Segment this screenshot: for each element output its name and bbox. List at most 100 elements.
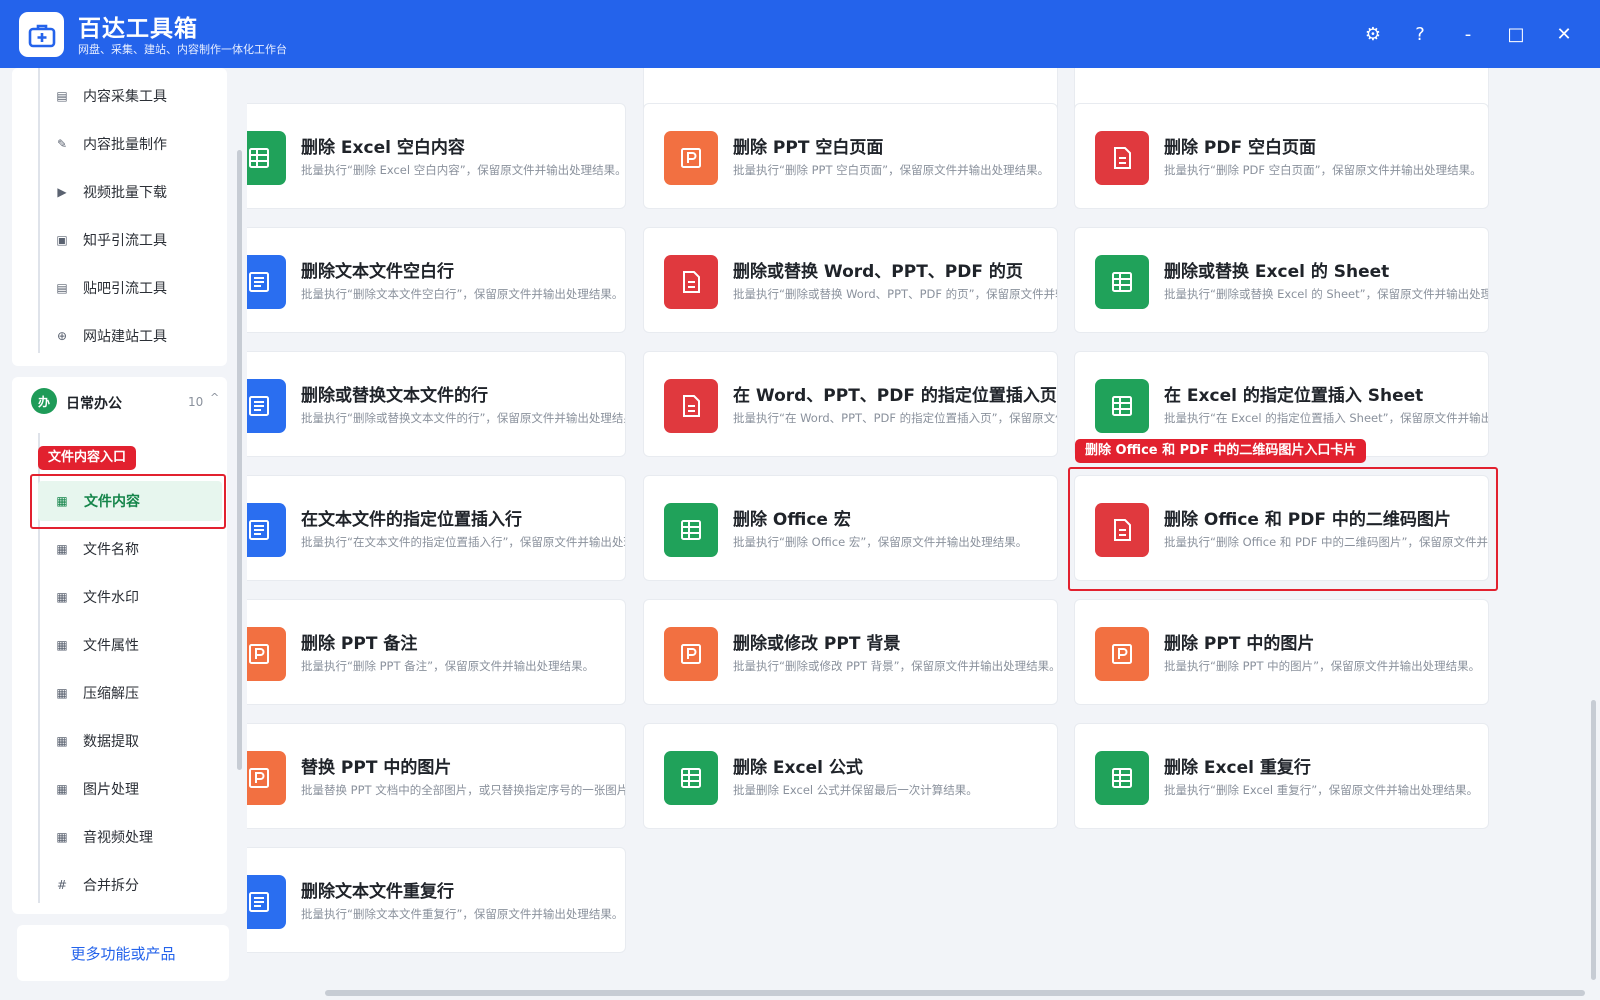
sidebar-item-label: 视频批量下载 bbox=[83, 185, 167, 201]
annotation-tag-card: 删除 Office 和 PDF 中的二维码图片入口卡片 bbox=[1075, 439, 1367, 463]
sidebar-item-tieba[interactable]: ▤ 贴吧引流工具 bbox=[12, 268, 227, 308]
card-title: 删除或替换 Word、PPT、PDF 的页 bbox=[733, 262, 1023, 282]
card-description: 批量替换 PPT 文档中的全部图片，或只替换指定序号的一张图片。 bbox=[301, 783, 626, 797]
grid-icon: ▦ bbox=[56, 590, 68, 604]
card-title: 删除 PPT 备注 bbox=[301, 634, 418, 654]
sidebar-scrollbar[interactable] bbox=[237, 150, 242, 770]
close-button[interactable]: ✕ bbox=[1550, 20, 1578, 48]
sidebar-item-label: 音视频处理 bbox=[83, 830, 153, 846]
sidebar-item-file-props[interactable]: ▦ 文件属性 bbox=[12, 625, 227, 665]
card-title: 删除文本文件重复行 bbox=[301, 882, 454, 902]
card-title: 删除或修改 PPT 背景 bbox=[733, 634, 901, 654]
card-description: 批量执行“在文本文件的指定位置插入行”，保留原文件并输出处理结果。 bbox=[301, 535, 625, 549]
sidebar-item-label: 数据提取 bbox=[83, 734, 139, 750]
highlight-box-sidebar bbox=[30, 474, 226, 529]
tool-card[interactable]: 删除文本文件空白行 批量执行“删除文本文件空白行”，保留原文件并输出处理结果。 bbox=[247, 227, 626, 333]
sidebar-item-merge-split[interactable]: # 合并拆分 bbox=[12, 865, 227, 905]
card-description: 批量执行“删除 PPT 空白页面”，保留原文件并输出处理结果。 bbox=[733, 163, 1050, 177]
ppt-icon bbox=[664, 627, 718, 681]
tool-card[interactable]: 在 Word、PPT、PDF 的指定位置插入页 批量执行“在 Word、PPT、P… bbox=[643, 351, 1058, 457]
ppt-icon bbox=[1095, 627, 1149, 681]
excel-icon bbox=[664, 503, 718, 557]
sidebar-item-label: 知乎引流工具 bbox=[83, 233, 167, 249]
close-icon: ✕ bbox=[1556, 23, 1572, 45]
minimize-icon: - bbox=[1464, 23, 1472, 45]
card-title: 删除 Office 宏 bbox=[733, 510, 851, 530]
group-badge: 办 bbox=[31, 388, 57, 414]
group-count: 10 bbox=[188, 395, 204, 409]
card-description: 批量执行“删除文本文件空白行”，保留原文件并输出处理结果。 bbox=[301, 287, 624, 301]
sidebar-item-website[interactable]: ⊕ 网站建站工具 bbox=[12, 316, 227, 356]
annotation-tag-sidebar: 文件内容入口 bbox=[38, 446, 137, 470]
horizontal-scrollbar[interactable] bbox=[325, 990, 1585, 996]
sidebar-group-office[interactable]: 办 日常办公 10 ^ bbox=[12, 377, 227, 423]
card-title: 替换 PPT 中的图片 bbox=[301, 758, 452, 778]
grid-icon: ▦ bbox=[56, 686, 68, 700]
maximize-button[interactable]: □ bbox=[1502, 20, 1530, 48]
sidebar-item-batch-make[interactable]: ✎ 内容批量制作 bbox=[12, 124, 227, 164]
excel-icon bbox=[247, 131, 286, 185]
ppt-icon bbox=[247, 627, 286, 681]
excel-icon bbox=[1095, 751, 1149, 805]
tool-card[interactable]: 替换 PPT 中的图片批量替换 PPT 文档中的全部图片，或只替换指定序号的一张… bbox=[247, 723, 626, 829]
sidebar-item-zhihu[interactable]: ▣ 知乎引流工具 bbox=[12, 220, 227, 260]
card-title: 删除 Excel 重复行 bbox=[1164, 758, 1311, 778]
card-title: 删除 PDF 空白页面 bbox=[1164, 138, 1317, 158]
vertical-scrollbar[interactable] bbox=[1591, 700, 1596, 980]
card-description: 批量执行“删除或修改 PPT 背景”，保留原文件并输出处理结果。 bbox=[733, 659, 1058, 673]
tieba-icon: ▤ bbox=[56, 281, 68, 295]
highlight-box-card bbox=[1068, 467, 1498, 591]
tool-card[interactable]: 删除或替换 Excel 的 Sheet 批量执行“删除或替换 Excel 的 Sh… bbox=[1074, 227, 1489, 333]
hash-icon: # bbox=[56, 878, 68, 892]
grid-icon: ▦ bbox=[56, 638, 68, 652]
tool-card[interactable]: 删除或替换文本文件的行 批量执行“删除或替换文本文件的行”，保留原文件并输出处理结… bbox=[247, 351, 626, 457]
tool-card[interactable]: 删除 PPT 空白页面批量执行“删除 PPT 空白页面”，保留原文件并输出处理结… bbox=[643, 103, 1058, 209]
pdf-icon bbox=[664, 379, 718, 433]
sidebar-item-file-name[interactable]: ▦ 文件名称 bbox=[12, 529, 227, 569]
app-title: 百达工具箱 bbox=[78, 16, 198, 42]
card-description: 批量执行“删除或替换文本文件的行”，保留原文件并输出处理结果。 bbox=[301, 411, 626, 425]
card-description: 批量执行“删除 PPT 备注”，保留原文件并输出处理结果。 bbox=[301, 659, 595, 673]
tool-card[interactable]: 删除文本文件重复行批量执行“删除文本文件重复行”，保留原文件并输出处理结果。 bbox=[247, 847, 626, 953]
grid-icon: ▦ bbox=[56, 734, 68, 748]
sidebar-item-watermark[interactable]: ▦ 文件水印 bbox=[12, 577, 227, 617]
grid-icon: ▦ bbox=[56, 782, 68, 796]
sidebar-item-compress[interactable]: ▦ 压缩解压 bbox=[12, 673, 227, 713]
toolbox-icon bbox=[28, 24, 55, 47]
sidebar-item-data-extract[interactable]: ▦ 数据提取 bbox=[12, 721, 227, 761]
tool-card[interactable]: 删除 Excel 空白内容 批量执行“删除 Excel 空白内容”，保留原文件并输… bbox=[247, 103, 626, 209]
tool-card[interactable]: 删除 Excel 公式 批量删除 Excel 公式并保留最后一次计算结果。 bbox=[643, 723, 1058, 829]
gear-icon: ⚙ bbox=[1364, 23, 1382, 45]
sidebar-item-video-download[interactable]: ▶ 视频批量下载 bbox=[12, 172, 227, 212]
sidebar-item-label: 内容批量制作 bbox=[83, 137, 167, 153]
tool-card[interactable]: 删除 PPT 中的图片 批量执行“删除 PPT 中的图片”，保留原文件并输出处理结… bbox=[1074, 599, 1489, 705]
tool-card[interactable]: 删除 PDF 空白页面 批量执行“删除 PDF 空白页面”，保留原文件并输出处理结… bbox=[1074, 103, 1489, 209]
tool-card[interactable]: 在文本文件的指定位置插入行 批量执行“在文本文件的指定位置插入行”，保留原文件并输… bbox=[247, 475, 626, 581]
text-file-icon bbox=[247, 255, 286, 309]
sidebar-item-label: 文件水印 bbox=[83, 590, 139, 606]
sidebar-item-av[interactable]: ▦ 音视频处理 bbox=[12, 817, 227, 857]
sidebar-item-image[interactable]: ▦ 图片处理 bbox=[12, 769, 227, 809]
settings-button[interactable]: ⚙ bbox=[1359, 20, 1387, 48]
sidebar-item-label: 压缩解压 bbox=[83, 686, 139, 702]
card-description: 批量执行“删除 Excel 重复行”，保留原文件并输出处理结果。 bbox=[1164, 783, 1479, 797]
help-button[interactable]: ? bbox=[1406, 20, 1434, 48]
pdf-icon bbox=[1095, 131, 1149, 185]
book-icon: ▤ bbox=[56, 89, 68, 103]
tool-card[interactable]: 删除或修改 PPT 背景批量执行“删除或修改 PPT 背景”，保留原文件并输出处… bbox=[643, 599, 1058, 705]
card-title: 删除或替换 Excel 的 Sheet bbox=[1164, 262, 1390, 282]
tool-card[interactable]: 删除或替换 Word、PPT、PDF 的页 批量执行“删除或替换 Word、PPT… bbox=[643, 227, 1058, 333]
tool-card[interactable]: 删除 PPT 备注批量执行“删除 PPT 备注”，保留原文件并输出处理结果。 bbox=[247, 599, 626, 705]
card-description: 批量删除 Excel 公式并保留最后一次计算结果。 bbox=[733, 783, 978, 797]
tool-card[interactable]: 删除 Excel 重复行批量执行“删除 Excel 重复行”，保留原文件并输出处… bbox=[1074, 723, 1489, 829]
tool-card[interactable]: 删除 Office 宏批量执行“删除 Office 宏”，保留原文件并输出处理结… bbox=[643, 475, 1058, 581]
card-description: 批量执行“删除文本文件重复行”，保留原文件并输出处理结果。 bbox=[301, 907, 624, 921]
card-description: 批量执行“删除 PPT 中的图片”，保留原文件并输出处理结果。 bbox=[1164, 659, 1481, 673]
group-name: 日常办公 bbox=[66, 396, 122, 412]
sidebar-tools-card: ▤ 内容采集工具 ✎ 内容批量制作 ▶ 视频批量下载 ▣ 知乎引流工具 ▤ 贴吧… bbox=[12, 68, 227, 366]
minimize-button[interactable]: - bbox=[1454, 20, 1482, 48]
video-icon: ▶ bbox=[57, 185, 67, 199]
sidebar-item-content-collect[interactable]: ▤ 内容采集工具 bbox=[12, 76, 227, 116]
card-title: 删除 PPT 空白页面 bbox=[733, 138, 884, 158]
more-products-button[interactable]: 更多功能或产品 bbox=[17, 925, 229, 981]
